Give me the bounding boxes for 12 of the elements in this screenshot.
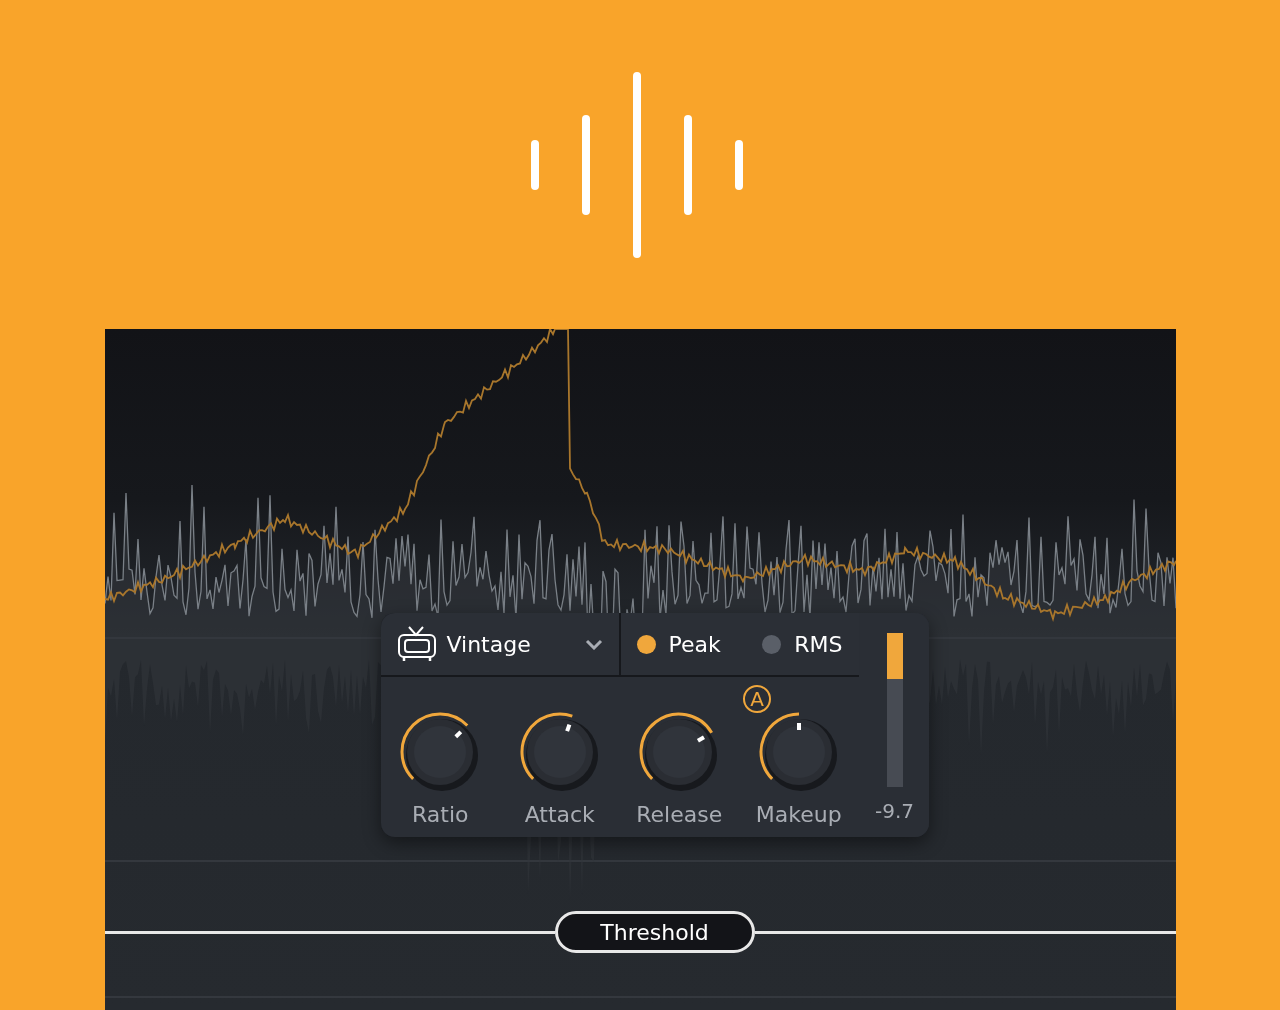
threshold-handle[interactable]: Threshold (554, 911, 755, 953)
detection-radio[interactable]: Peak (636, 631, 721, 657)
tv-icon (396, 625, 437, 663)
preset-dropdown[interactable]: Vintage (380, 613, 619, 675)
meter-reading: -9.7 (875, 799, 914, 823)
auto-badge[interactable]: A (743, 685, 771, 713)
knob-label: Makeup (755, 802, 842, 827)
knob-label: Attack (524, 802, 595, 827)
chevron-down-icon (584, 638, 603, 650)
knob-label: Release (636, 802, 723, 827)
detection-radio[interactable]: RMS (762, 631, 843, 657)
knob-label: Ratio (412, 802, 469, 827)
